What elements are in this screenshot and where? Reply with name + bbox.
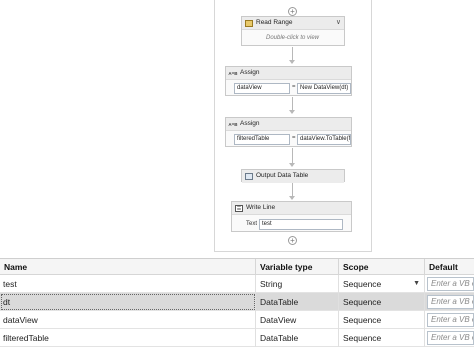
read-range-title: Read Range (256, 19, 293, 26)
variable-default-input[interactable]: Enter a VB expression (427, 313, 474, 327)
column-header-default[interactable]: Default (425, 259, 474, 275)
variable-scope-cell[interactable]: Sequence (339, 329, 425, 347)
assign-value-field-2[interactable]: dataView.ToTable(f (297, 134, 351, 145)
variable-scope-value: Sequence (343, 279, 382, 289)
connector-arrow (289, 183, 295, 200)
equals-sign: = (292, 135, 296, 141)
variable-row[interactable]: dataView DataView Sequence Enter a VB ex… (0, 311, 474, 329)
dropdown-chevron-icon[interactable]: ▼ (413, 275, 420, 293)
assign-to-field-2[interactable]: filteredTable (234, 134, 290, 145)
variable-name-cell[interactable]: filteredTable (0, 329, 256, 347)
variable-type-value: DataTable (260, 297, 299, 307)
read-range-header: Read Range ∨ (242, 17, 344, 30)
data-table-icon (245, 173, 253, 180)
variable-type-value: DataView (260, 315, 297, 325)
write-line-title: Write Line (246, 204, 276, 211)
variable-type-value: String (260, 279, 283, 289)
variable-type-cell[interactable]: DataTable (256, 293, 339, 311)
output-data-table-title: Output Data Table (256, 172, 309, 179)
add-activity-icon[interactable]: + (288, 236, 297, 245)
variable-scope-cell[interactable]: Sequence (339, 311, 425, 329)
variable-default-input[interactable]: Enter a VB expression (427, 331, 474, 345)
equals-sign: = (292, 84, 296, 90)
variable-default-input[interactable]: Enter a VB expression (427, 277, 474, 291)
variable-row-selected[interactable]: dt DataTable Sequence Enter a VB express… (0, 293, 474, 311)
connector-arrow (289, 97, 295, 114)
variable-type-value: DataTable (260, 333, 299, 343)
assign-value-field-1[interactable]: New DataView(dt) (297, 83, 351, 94)
variables-header-row: Name Variable type Scope Default (0, 259, 474, 275)
variable-row[interactable]: filteredTable DataTable Sequence Enter a… (0, 329, 474, 347)
variable-name-cell[interactable]: dataView (0, 311, 256, 329)
add-activity-icon[interactable]: + (288, 7, 297, 16)
assign-to-field-1[interactable]: dataView (234, 83, 290, 94)
column-header-name[interactable]: Name (0, 259, 256, 275)
write-line-header: ☰ Write Line (232, 202, 351, 215)
workflow-designer-canvas: + Read Range ∨ Double-click to view A=B … (0, 0, 474, 258)
write-line-text-label: Text (246, 221, 258, 227)
assign-activity-1[interactable]: A=B Assign dataView = New DataView(dt) (225, 66, 352, 96)
variable-type-cell[interactable]: String (256, 275, 339, 293)
variable-scope-value: Sequence (343, 315, 382, 325)
write-line-text-field[interactable]: test (259, 219, 343, 230)
variables-panel: Name Variable type Scope Default test St… (0, 258, 474, 347)
variable-type-cell[interactable]: DataView (256, 311, 339, 329)
assign-header-2: A=B Assign (226, 118, 351, 131)
variable-row[interactable]: test String Sequence ▼ Enter a VB express… (0, 275, 474, 293)
output-data-table-header: Output Data Table (242, 170, 344, 183)
variable-name-cell[interactable]: dt (0, 293, 256, 311)
variable-scope-value: Sequence (343, 333, 382, 343)
assign-activity-2[interactable]: A=B Assign filteredTable = dataView.ToTa… (225, 117, 352, 147)
variable-scope-value: Sequence (343, 297, 382, 307)
connector-arrow (289, 47, 295, 64)
assign-header-1: A=B Assign (226, 67, 351, 80)
read-range-activity[interactable]: Read Range ∨ Double-click to view (241, 16, 345, 46)
variable-scope-cell[interactable]: Sequence (339, 293, 425, 311)
collapse-chevron-icon[interactable]: ∨ (336, 19, 341, 27)
excel-read-icon (245, 20, 253, 27)
column-header-variable-type[interactable]: Variable type (256, 259, 339, 275)
variable-name-cell[interactable]: test (0, 275, 256, 293)
variable-type-cell[interactable]: DataTable (256, 329, 339, 347)
output-data-table-activity[interactable]: Output Data Table (241, 169, 345, 183)
assign-icon: A=B (228, 122, 238, 127)
column-header-scope[interactable]: Scope (339, 259, 425, 275)
assign-title-1: Assign (240, 69, 260, 76)
read-range-hint: Double-click to view (266, 35, 320, 41)
write-line-activity[interactable]: ☰ Write Line Text test (231, 201, 352, 232)
connector-arrow (289, 148, 295, 167)
variable-scope-cell[interactable]: Sequence ▼ (339, 275, 425, 293)
assign-icon: A=B (228, 71, 238, 76)
variable-default-input[interactable]: Enter a VB expression (427, 295, 474, 309)
assign-title-2: Assign (240, 120, 260, 127)
write-line-icon: ☰ (235, 205, 243, 212)
